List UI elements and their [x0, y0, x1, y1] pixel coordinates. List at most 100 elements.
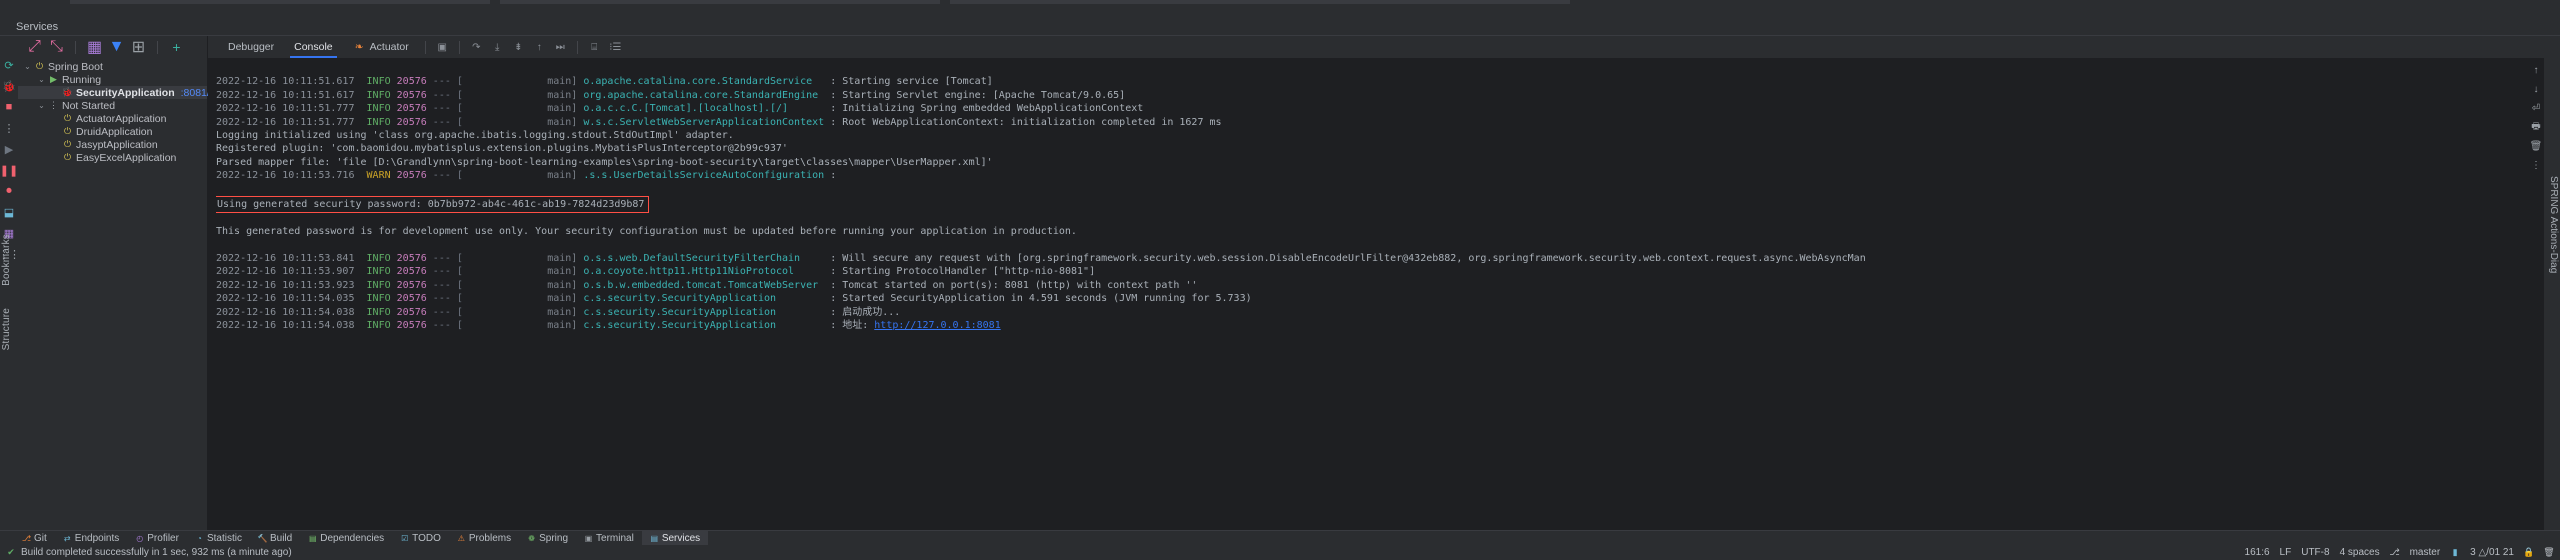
toolwindow-build[interactable]: 🔨 Build: [250, 531, 300, 546]
layout-icon[interactable]: ▣: [436, 41, 449, 54]
toolbar-divider-2: [157, 40, 158, 54]
app-port-link[interactable]: :8081/: [181, 87, 210, 99]
record-icon[interactable]: ⏺: [2, 184, 16, 198]
pause-icon[interactable]: ❚❚: [0, 163, 18, 177]
skip-to-end-icon[interactable]: ⏭: [554, 41, 567, 54]
tree-item-label: ActuatorApplication: [76, 112, 167, 125]
tree-item-label: Not Started: [62, 99, 116, 112]
tree-item-spring-boot[interactable]: ⌄ ⏻ Spring Boot: [18, 60, 207, 73]
services-window-title: Services: [0, 18, 2560, 36]
toolwindow-services[interactable]: ▤ Services: [641, 530, 709, 546]
tab-label: Debugger: [228, 41, 275, 53]
toolwindow-profiler[interactable]: ◴ Profiler: [127, 531, 187, 546]
toolwindow-label: Problems: [468, 532, 512, 544]
collapse-all-icon[interactable]: ⤡: [50, 38, 63, 55]
window-top-strip: [0, 0, 2560, 18]
toolwindow-todo[interactable]: ☑ TODO: [392, 531, 449, 546]
toolwindow-statistic[interactable]: ◔ Statistic: [187, 531, 250, 546]
add-icon[interactable]: +: [170, 39, 183, 55]
tab-label: Actuator: [369, 41, 409, 53]
tab-debugger[interactable]: Debugger: [218, 36, 284, 58]
tree-item-druidapplication[interactable]: ⏻ DruidApplication: [18, 125, 207, 138]
line-separator[interactable]: LF: [2280, 547, 2292, 558]
print-icon[interactable]: ⁝☰: [609, 41, 622, 54]
tree-item-label: JasyptApplication: [76, 138, 158, 151]
application-url-link[interactable]: http://127.0.0.1:8081: [874, 320, 1000, 331]
tree-item-actuatorapplication[interactable]: ⏻ ActuatorApplication: [18, 112, 207, 125]
rail-label-bookmarks[interactable]: Bookmarks: [1, 234, 12, 286]
tab-actuator[interactable]: ❧ Actuator: [343, 36, 419, 58]
git-branch[interactable]: master: [2410, 547, 2441, 558]
tree-item-running[interactable]: ⌄ ▶ Running: [18, 73, 207, 86]
services-tree[interactable]: ⌄ ⏻ Spring Boot ⌄ ▶ Running 🐞 SecurityApplicati…: [18, 58, 210, 530]
indent-setting[interactable]: 4 spaces: [2340, 547, 2380, 558]
toolwindow-label: Endpoints: [74, 532, 120, 544]
console-log-output[interactable]: 2022-12-16 10:11:51.617 INFO 20576 --- […: [216, 58, 2528, 530]
add-service-view-icon[interactable]: ⊞: [132, 39, 145, 56]
caret-position[interactable]: 161:6: [2245, 547, 2270, 558]
toolwindow-git[interactable]: ⎇ Git: [14, 531, 55, 546]
expand-all-icon[interactable]: ⤢: [28, 38, 41, 55]
console-body: 2022-12-16 10:11:51.617 INFO 20576 --- […: [208, 58, 2544, 530]
chevron-down-icon[interactable]: ⌄: [36, 101, 47, 110]
log-line-entry: 2022-12-16 10:11:53.923 INFO 20576 --- […: [216, 279, 1198, 291]
filter-icon[interactable]: ▼: [109, 38, 125, 55]
clear-all-icon[interactable]: 🗑: [2530, 140, 2543, 152]
toolwindow-terminal[interactable]: ▣ Terminal: [576, 531, 642, 546]
rail-label-spring-actions[interactable]: SPRING Actions-Diag: [2548, 176, 2559, 273]
log-blank-line: [216, 239, 2528, 252]
tab-console[interactable]: Console: [284, 36, 343, 58]
top-strip-seg-1: [70, 0, 490, 4]
spring-icon: ❁: [528, 533, 535, 543]
log-blank-line: [216, 62, 2528, 75]
more-options-icon[interactable]: ⋮: [2, 121, 16, 135]
terminal-icon: ▣: [584, 533, 593, 543]
trash-icon[interactable]: 🗑: [2543, 547, 2554, 558]
toolwindow-endpoints[interactable]: ⇄ Endpoints: [55, 531, 127, 546]
tree-item-jasyptapplication[interactable]: ⏻ JasyptApplication: [18, 138, 207, 151]
more-icon[interactable]: ⋮: [2530, 159, 2542, 171]
services-icon: ▤: [650, 533, 659, 543]
chevron-down-icon[interactable]: ⌄: [36, 75, 47, 84]
toolwindow-label: Build: [269, 532, 293, 544]
scroll-to-end-icon[interactable]: ⇟: [512, 41, 525, 54]
power-icon: ⏻: [63, 139, 72, 149]
scroll-down-icon[interactable]: ↓: [2530, 83, 2542, 95]
print-icon[interactable]: 🖶: [2530, 121, 2542, 133]
status-message: Build completed successfully in 1 sec, 9…: [21, 547, 292, 558]
tree-item-easyexcelapplication[interactable]: ⏻ EasyExcelApplication: [18, 151, 207, 164]
debug-icon[interactable]: 🐞: [2, 79, 16, 93]
terminal-icon[interactable]: ⌸: [588, 41, 601, 54]
toolwindow-dependencies[interactable]: ▤ Dependencies: [300, 531, 392, 546]
lock-icon[interactable]: 🔒: [2523, 547, 2534, 558]
group-by-icon[interactable]: ▦: [87, 39, 102, 56]
memory-icon[interactable]: ▮: [2450, 547, 2460, 558]
chevron-down-icon[interactable]: ⌄: [22, 62, 33, 71]
scroll-up-icon[interactable]: ↑: [533, 41, 546, 54]
inspection-status[interactable]: 3 △/01 21: [2470, 547, 2514, 558]
soft-wrap-icon[interactable]: ⏎: [2530, 102, 2542, 114]
log-line-entry: 2022-12-16 10:11:51.617 INFO 20576 --- […: [216, 89, 1126, 101]
camera-icon[interactable]: ⬓: [2, 205, 16, 219]
tree-item-securityapplication[interactable]: 🐞 SecurityApplication:8081/: [18, 86, 210, 99]
file-encoding[interactable]: UTF-8: [2301, 547, 2329, 558]
rerun-failed-icon[interactable]: ↷: [470, 41, 483, 54]
rail-label-structure[interactable]: Structure: [1, 308, 12, 350]
log-line-entry: 2022-12-16 10:11:53.907 INFO 20576 --- […: [216, 266, 1096, 278]
rerun-icon[interactable]: ⟳: [2, 58, 16, 72]
scroll-up-icon[interactable]: ↑: [2530, 64, 2542, 76]
run-icon: ▶: [50, 74, 57, 84]
log-line-plain: Parsed mapper file: 'file [D:\Grandlynn\…: [216, 156, 993, 168]
console-right-toolbar: ↑ ↓ ⏎ 🖶 🗑 ⋮: [2528, 58, 2544, 530]
stop-icon[interactable]: ■: [2, 100, 16, 114]
tab-divider: [424, 40, 426, 54]
toolwindow-problems[interactable]: ⚠ Problems: [449, 531, 519, 546]
right-icon-rail: SPRING Actions-Diag: [2544, 36, 2560, 530]
toolwindow-spring[interactable]: ❁ Spring: [519, 531, 576, 546]
tree-item-label: EasyExcelApplication: [76, 151, 177, 164]
resume-icon[interactable]: ▶: [2, 142, 16, 156]
toolwindow-label: Services: [661, 532, 701, 544]
left-icon-rail: ⟳ 🐞 ■ ⋮ ▶ ❚❚ ⏺ ⬓ ▦ ⋮⋮ Bookmarks Structur…: [0, 36, 20, 530]
scroll-down-icon[interactable]: ⤓: [491, 41, 504, 54]
tree-item-not-started[interactable]: ⌄ ⋮ Not Started: [18, 99, 207, 112]
